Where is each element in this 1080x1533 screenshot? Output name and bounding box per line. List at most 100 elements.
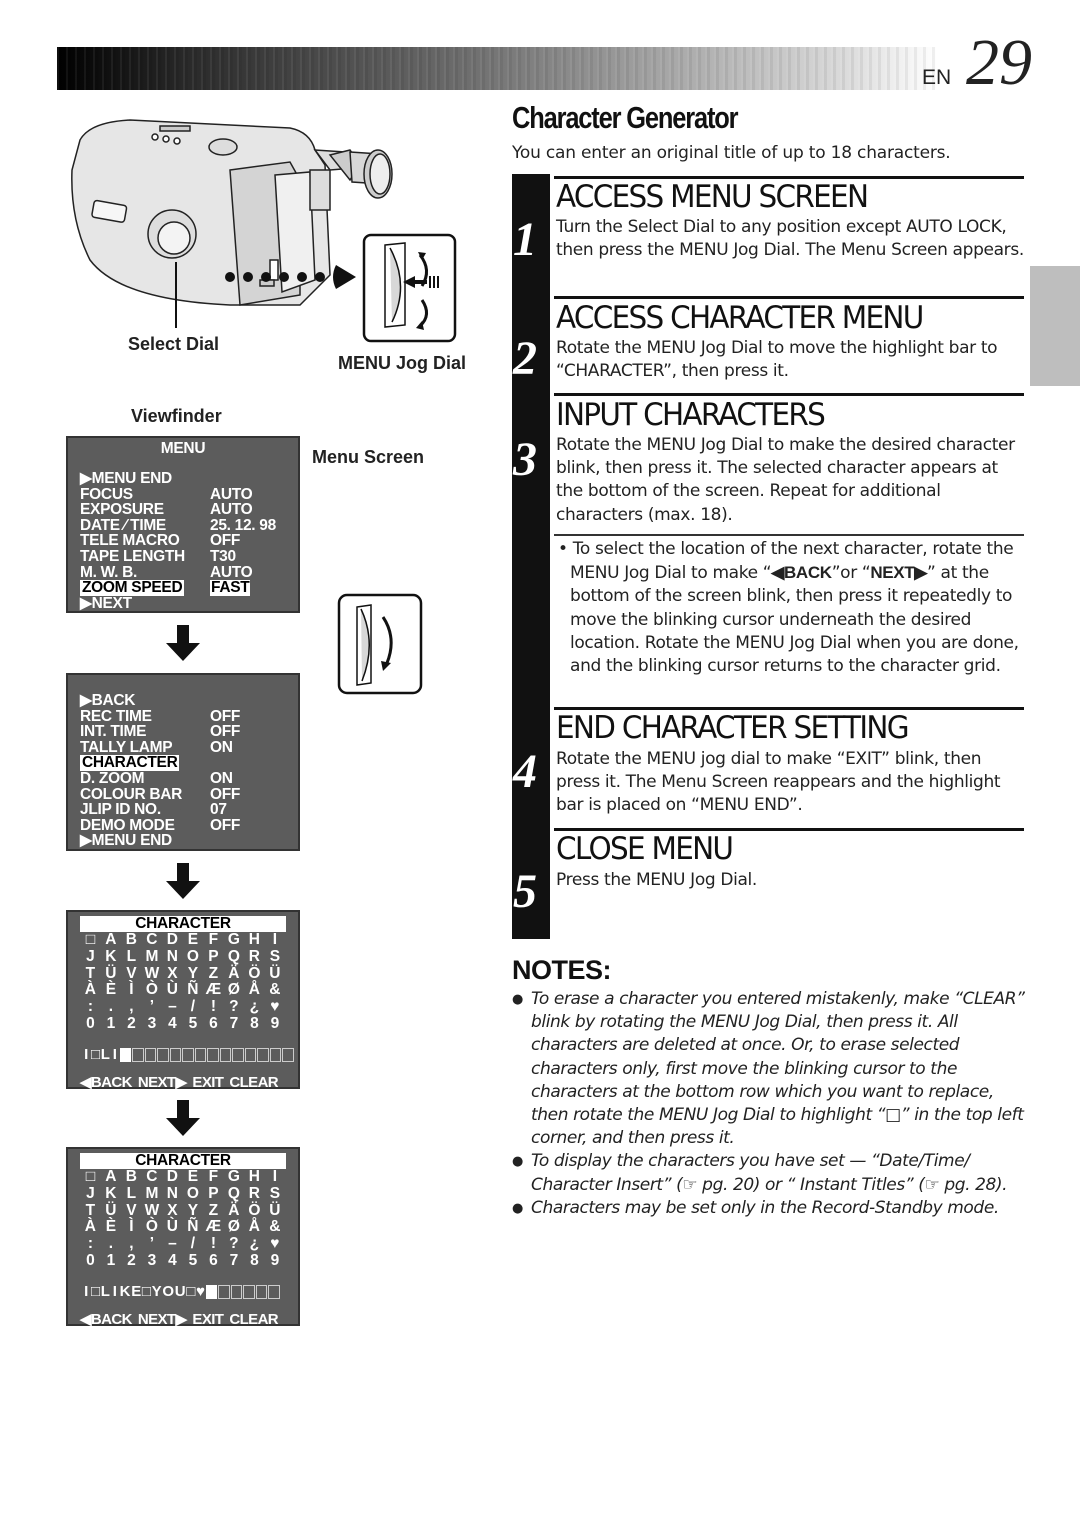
character-cell[interactable]: P <box>203 948 224 966</box>
character-cell[interactable]: Å <box>244 982 265 999</box>
character-cell[interactable]: N <box>162 1185 183 1203</box>
character-cell[interactable]: Ù <box>162 982 183 999</box>
character-cell[interactable]: 7 <box>224 1252 245 1270</box>
character-cell[interactable]: 4 <box>162 1015 183 1033</box>
exit-button[interactable]: EXIT <box>192 1075 224 1091</box>
character-cell[interactable]: O <box>183 1185 204 1203</box>
character-cell[interactable]: Ä <box>224 965 245 983</box>
character-cell[interactable]: Ò <box>142 1219 163 1236</box>
character-cell[interactable]: ’ <box>142 1235 163 1253</box>
character-cell[interactable]: M <box>142 1185 163 1203</box>
character-cell[interactable]: : <box>80 1235 101 1253</box>
character-cell[interactable]: 2 <box>121 1015 142 1033</box>
menu-row[interactable]: DATE ⁄ TIME 25. 12. 98 <box>68 517 298 534</box>
character-cell[interactable]: Ø <box>224 1219 245 1236</box>
menu-row[interactable]: REC TIME OFF <box>68 708 298 725</box>
character-cell[interactable]: & <box>265 982 286 999</box>
character-cell[interactable]: 6 <box>203 1252 224 1270</box>
character-cell[interactable]: Æ <box>203 982 224 999</box>
character-cell[interactable]: Ñ <box>183 982 204 999</box>
character-cell[interactable]: Z <box>203 1202 224 1220</box>
character-cell[interactable]: B <box>121 1168 142 1186</box>
menu-row[interactable]: D. ZOOM ON <box>68 771 298 787</box>
character-cell[interactable]: E <box>183 931 204 949</box>
character-cell[interactable]: À <box>80 1219 101 1236</box>
character-cell[interactable]: Ü <box>101 965 122 983</box>
menu-row[interactable]: CHARACTER <box>68 755 298 771</box>
clear-button[interactable]: CLEAR <box>229 1312 278 1328</box>
character-cell[interactable]: Æ <box>203 1219 224 1236</box>
character-cell[interactable]: I <box>265 931 286 949</box>
character-cell[interactable]: J <box>80 948 101 966</box>
character-cell[interactable]: T <box>80 1202 101 1220</box>
character-cell[interactable]: X <box>162 965 183 983</box>
character-cell[interactable]: F <box>203 1168 224 1186</box>
character-cell[interactable]: 3 <box>142 1252 163 1270</box>
character-cell[interactable]: Q <box>224 1185 245 1203</box>
character-cell[interactable]: N <box>162 948 183 966</box>
character-cell[interactable]: W <box>142 965 163 983</box>
character-cell[interactable]: 0 <box>80 1252 101 1270</box>
character-cell[interactable]: , <box>121 1235 142 1253</box>
character-cell[interactable]: Ù <box>162 1219 183 1236</box>
character-cell[interactable]: S <box>265 948 286 966</box>
character-cell[interactable]: G <box>224 1168 245 1186</box>
character-cell[interactable]: T <box>80 965 101 983</box>
character-cell[interactable]: C <box>142 931 163 949</box>
character-cell[interactable]: Ä <box>224 1202 245 1220</box>
character-cell[interactable]: D <box>162 1168 183 1186</box>
character-cell[interactable]: Ñ <box>183 1219 204 1236</box>
character-cell[interactable]: 8 <box>244 1252 265 1270</box>
character-cell[interactable]: C <box>142 1168 163 1186</box>
character-cell[interactable]: È <box>101 1219 122 1236</box>
character-cell[interactable]: A <box>101 931 122 949</box>
character-cell[interactable]: Ø <box>224 982 245 999</box>
character-cell[interactable]: 5 <box>183 1015 204 1033</box>
character-cell[interactable]: È <box>101 982 122 999</box>
character-cell[interactable]: – <box>162 998 183 1016</box>
character-cell[interactable]: L <box>121 948 142 966</box>
character-cell[interactable]: L <box>121 1185 142 1203</box>
menu-row[interactable]: JLIP ID NO. 07 <box>68 802 298 818</box>
character-cell[interactable]: / <box>183 1235 204 1253</box>
character-cell[interactable]: 2 <box>121 1252 142 1270</box>
character-cell[interactable]: 9 <box>265 1015 286 1033</box>
character-cell[interactable]: O <box>183 948 204 966</box>
character-cell[interactable]: Å <box>244 1219 265 1236</box>
menu-row[interactable]: TALLY LAMP ON <box>68 739 298 756</box>
character-cell[interactable]: . <box>101 1235 122 1253</box>
menu-row[interactable]: EXPOSURE AUTO <box>68 502 298 518</box>
character-cell[interactable]: P <box>203 1185 224 1203</box>
character-cell[interactable]: / <box>183 998 204 1016</box>
character-cell[interactable]: & <box>265 1219 286 1236</box>
character-cell[interactable]: Ü <box>265 965 286 983</box>
character-cell[interactable]: V <box>121 1202 142 1220</box>
character-cell[interactable]: R <box>244 948 265 966</box>
character-cell[interactable]: 9 <box>265 1252 286 1270</box>
character-cell[interactable]: Ö <box>244 1202 265 1220</box>
character-cell[interactable]: A <box>101 1168 122 1186</box>
character-cell[interactable]: 1 <box>101 1252 122 1270</box>
character-cell[interactable]: ♥ <box>265 998 286 1016</box>
character-cell[interactable]: 3 <box>142 1015 163 1033</box>
menu-row[interactable]: ▶MENU END <box>68 471 298 487</box>
character-cell[interactable]: S <box>265 1185 286 1203</box>
character-cell[interactable]: , <box>121 998 142 1016</box>
space-character-cell[interactable]: □ <box>80 1168 101 1186</box>
character-cell[interactable]: Y <box>183 965 204 983</box>
character-cell[interactable]: Ö <box>244 965 265 983</box>
character-cell[interactable]: ! <box>203 998 224 1016</box>
character-cell[interactable]: Ò <box>142 982 163 999</box>
menu-row[interactable]: ▶NEXT <box>68 595 298 612</box>
character-cell[interactable]: F <box>203 931 224 949</box>
character-cell[interactable]: H <box>244 931 265 949</box>
character-cell[interactable]: . <box>101 998 122 1016</box>
character-cell[interactable]: ¿ <box>244 1235 265 1253</box>
character-cell[interactable]: 0 <box>80 1015 101 1033</box>
character-cell[interactable]: J <box>80 1185 101 1203</box>
back-button[interactable]: ◀BACK <box>80 1312 132 1328</box>
character-cell[interactable]: V <box>121 965 142 983</box>
character-cell[interactable]: B <box>121 931 142 949</box>
character-cell[interactable]: R <box>244 1185 265 1203</box>
character-cell[interactable]: Ì <box>121 1219 142 1236</box>
